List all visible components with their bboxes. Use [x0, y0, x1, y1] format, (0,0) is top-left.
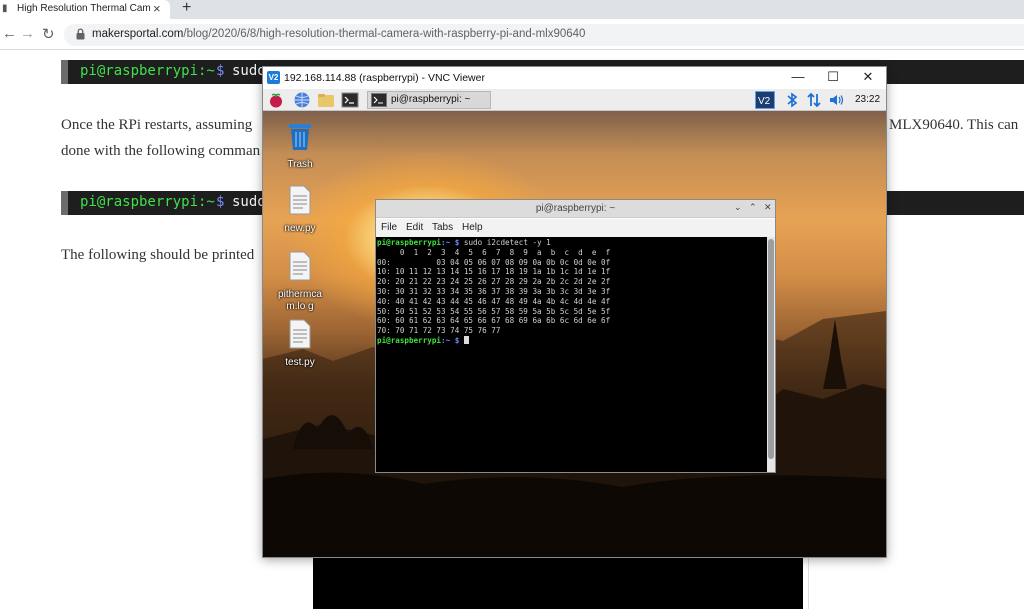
prompt-line: pi@raspberrypi:~ $: [377, 335, 610, 346]
prompt-user: pi@raspberrypi: [377, 335, 442, 345]
text-cursor: [463, 335, 469, 344]
maximize-button[interactable]: ☐: [823, 69, 843, 85]
desktop-icon-label: pithermcam.lo g: [278, 289, 322, 312]
output-line: 50: 50 51 52 53 54 55 56 57 58 59 5a 5b …: [377, 306, 611, 316]
vnc-viewer-window[interactable]: V2 192.168.114.88 (raspberrypi) - VNC Vi…: [262, 66, 887, 558]
code-command: sudo: [232, 194, 266, 210]
taskbar-label: pi@raspberrypi: ~: [391, 94, 471, 105]
output-line: 30: 30 31 32 33 34 35 36 37 38 39 3a 3b …: [377, 286, 611, 296]
menu-edit[interactable]: Edit: [406, 222, 423, 233]
trash-icon: [289, 124, 311, 150]
prompt-user: pi@raspberrypi: [377, 238, 442, 247]
paragraph-text: The following should be printed: [61, 247, 255, 263]
terminal-screen[interactable]: pi@raspberrypi:~ $ sudo i2cdetect -y 1 0…: [376, 237, 767, 472]
url-domain: makersportal.com: [92, 28, 184, 40]
code-prompt: pi@raspberrypi:~: [80, 63, 215, 79]
code-prompt: pi@raspberrypi:~: [80, 194, 215, 210]
close-button[interactable]: ✕: [858, 69, 878, 85]
command-line: pi@raspberrypi:~ $ sudo i2cdetect -y 1: [377, 238, 610, 248]
forward-arrow-icon[interactable]: →: [20, 25, 35, 42]
output-image-block: [313, 557, 803, 609]
network-icon[interactable]: [805, 91, 823, 109]
raspberry-pi-desktop[interactable]: pi@raspberrypi: ~ V2 23:22 Trash new.py …: [263, 89, 886, 557]
paragraph-text: Once the RPi restarts, assuming: [61, 117, 253, 133]
raspberry-menu-icon[interactable]: [267, 91, 285, 109]
reload-icon[interactable]: ↻: [42, 25, 55, 43]
command-text: sudo i2cdetect -y 1: [459, 238, 551, 247]
terminal-launcher-icon[interactable]: [341, 91, 359, 109]
vnc-icon[interactable]: V2: [755, 91, 775, 109]
taskbar-terminal-button[interactable]: pi@raspberrypi: ~: [367, 91, 491, 109]
terminal-window[interactable]: pi@raspberrypi: ~ ⌄ ⌃ ✕ File Edit Tabs H…: [375, 199, 776, 473]
desktop-icon-pithermcam-log[interactable]: pithermcam.lo g: [268, 251, 332, 313]
desktop-icon-trash[interactable]: Trash: [275, 121, 325, 171]
terminal-menubar: File Edit Tabs Help: [376, 219, 775, 237]
url-text: makersportal.com/blog/2020/6/8/high-reso…: [92, 28, 585, 40]
output-line: 10: 10 11 12 13 14 15 16 17 18 19 1a 1b …: [377, 267, 611, 277]
terminal-minimize-button[interactable]: ⌄: [734, 202, 742, 213]
paragraph-text: done with the following comman: [61, 143, 261, 159]
back-arrow-icon[interactable]: ←: [2, 25, 17, 42]
volume-icon[interactable]: [828, 91, 846, 109]
file-manager-icon[interactable]: [317, 91, 335, 109]
browser-tab[interactable]: ▮ High Resolution Thermal Camera ×: [0, 0, 170, 19]
lock-icon: [76, 28, 85, 40]
site-favicon-icon: ▮: [2, 3, 8, 14]
paragraph-text: MLX90640. This can: [889, 117, 1019, 133]
prompt-path: :~ $: [441, 335, 460, 345]
pi-taskbar: pi@raspberrypi: ~ V2 23:22: [263, 89, 886, 111]
web-browser-icon[interactable]: [293, 91, 311, 109]
menu-help[interactable]: Help: [462, 222, 483, 233]
minimize-button[interactable]: —: [788, 69, 808, 84]
desktop-icon-label: test.py: [285, 357, 315, 368]
output-line: 0 1 2 3 4 5 6 7 8 9 a b c d e f: [377, 247, 611, 257]
svg-text:V2: V2: [758, 96, 771, 107]
terminal-close-button[interactable]: ✕: [764, 202, 772, 213]
tab-title: High Resolution Thermal Camera: [17, 3, 151, 14]
terminal-maximize-button[interactable]: ⌃: [749, 202, 757, 213]
text-file-icon: [289, 185, 311, 215]
new-tab-button[interactable]: +: [182, 0, 191, 17]
code-command: sudo: [232, 63, 266, 79]
panel-clock: 23:22: [855, 94, 881, 105]
vnc-titlebar[interactable]: V2 192.168.114.88 (raspberrypi) - VNC Vi…: [263, 67, 886, 89]
tab-close-button[interactable]: ×: [153, 1, 161, 16]
vnc-window-title: 192.168.114.88 (raspberrypi) - VNC Viewe…: [284, 72, 485, 84]
output-line: 60: 60 61 62 63 64 65 66 67 68 69 6a 6b …: [377, 316, 611, 326]
vnc-app-icon: V2: [267, 71, 280, 84]
browser-toolbar: ← → ↻ makersportal.com/blog/2020/6/8/hig…: [0, 19, 1024, 50]
code-dollar: $: [216, 63, 225, 79]
bluetooth-icon[interactable]: [783, 91, 801, 109]
divider: [808, 557, 809, 609]
menu-tabs[interactable]: Tabs: [432, 222, 453, 233]
menu-file[interactable]: File: [381, 222, 397, 233]
output-line: 20: 20 21 22 23 24 25 26 27 28 29 2a 2b …: [377, 277, 611, 287]
output-line: 00: 03 04 05 06 07 08 09 0a 0b 0c 0d 0e …: [377, 257, 611, 267]
url-path: /blog/2020/6/8/high-resolution-thermal-c…: [183, 28, 586, 40]
text-file-icon: [289, 319, 311, 349]
desktop-icon-test-py[interactable]: test.py: [275, 319, 325, 369]
terminal-icon: [371, 93, 387, 107]
address-bar[interactable]: makersportal.com/blog/2020/6/8/high-reso…: [64, 24, 1024, 46]
terminal-title: pi@raspberrypi: ~: [535, 203, 616, 214]
terminal-scrollbar[interactable]: [767, 237, 775, 472]
prompt-path: :~ $: [441, 238, 460, 247]
desktop-icon-label: Trash: [287, 159, 313, 170]
text-file-icon: [289, 251, 311, 281]
output-line: 70: 70 71 72 73 74 75 76 77: [377, 326, 501, 336]
terminal-titlebar[interactable]: pi@raspberrypi: ~ ⌄ ⌃ ✕: [376, 200, 775, 218]
desktop-icon-new-py[interactable]: new.py: [275, 185, 325, 235]
scrollbar-thumb[interactable]: [768, 239, 774, 459]
desktop-icon-label: new.py: [284, 223, 316, 234]
output-line: 40: 40 41 42 43 44 45 46 47 48 49 4a 4b …: [377, 296, 611, 306]
code-dollar: $: [216, 194, 225, 210]
terminal-output: pi@raspberrypi:~ $ sudo i2cdetect -y 1 0…: [377, 238, 610, 346]
browser-tabstrip: ▮ High Resolution Thermal Camera × +: [0, 0, 1024, 19]
